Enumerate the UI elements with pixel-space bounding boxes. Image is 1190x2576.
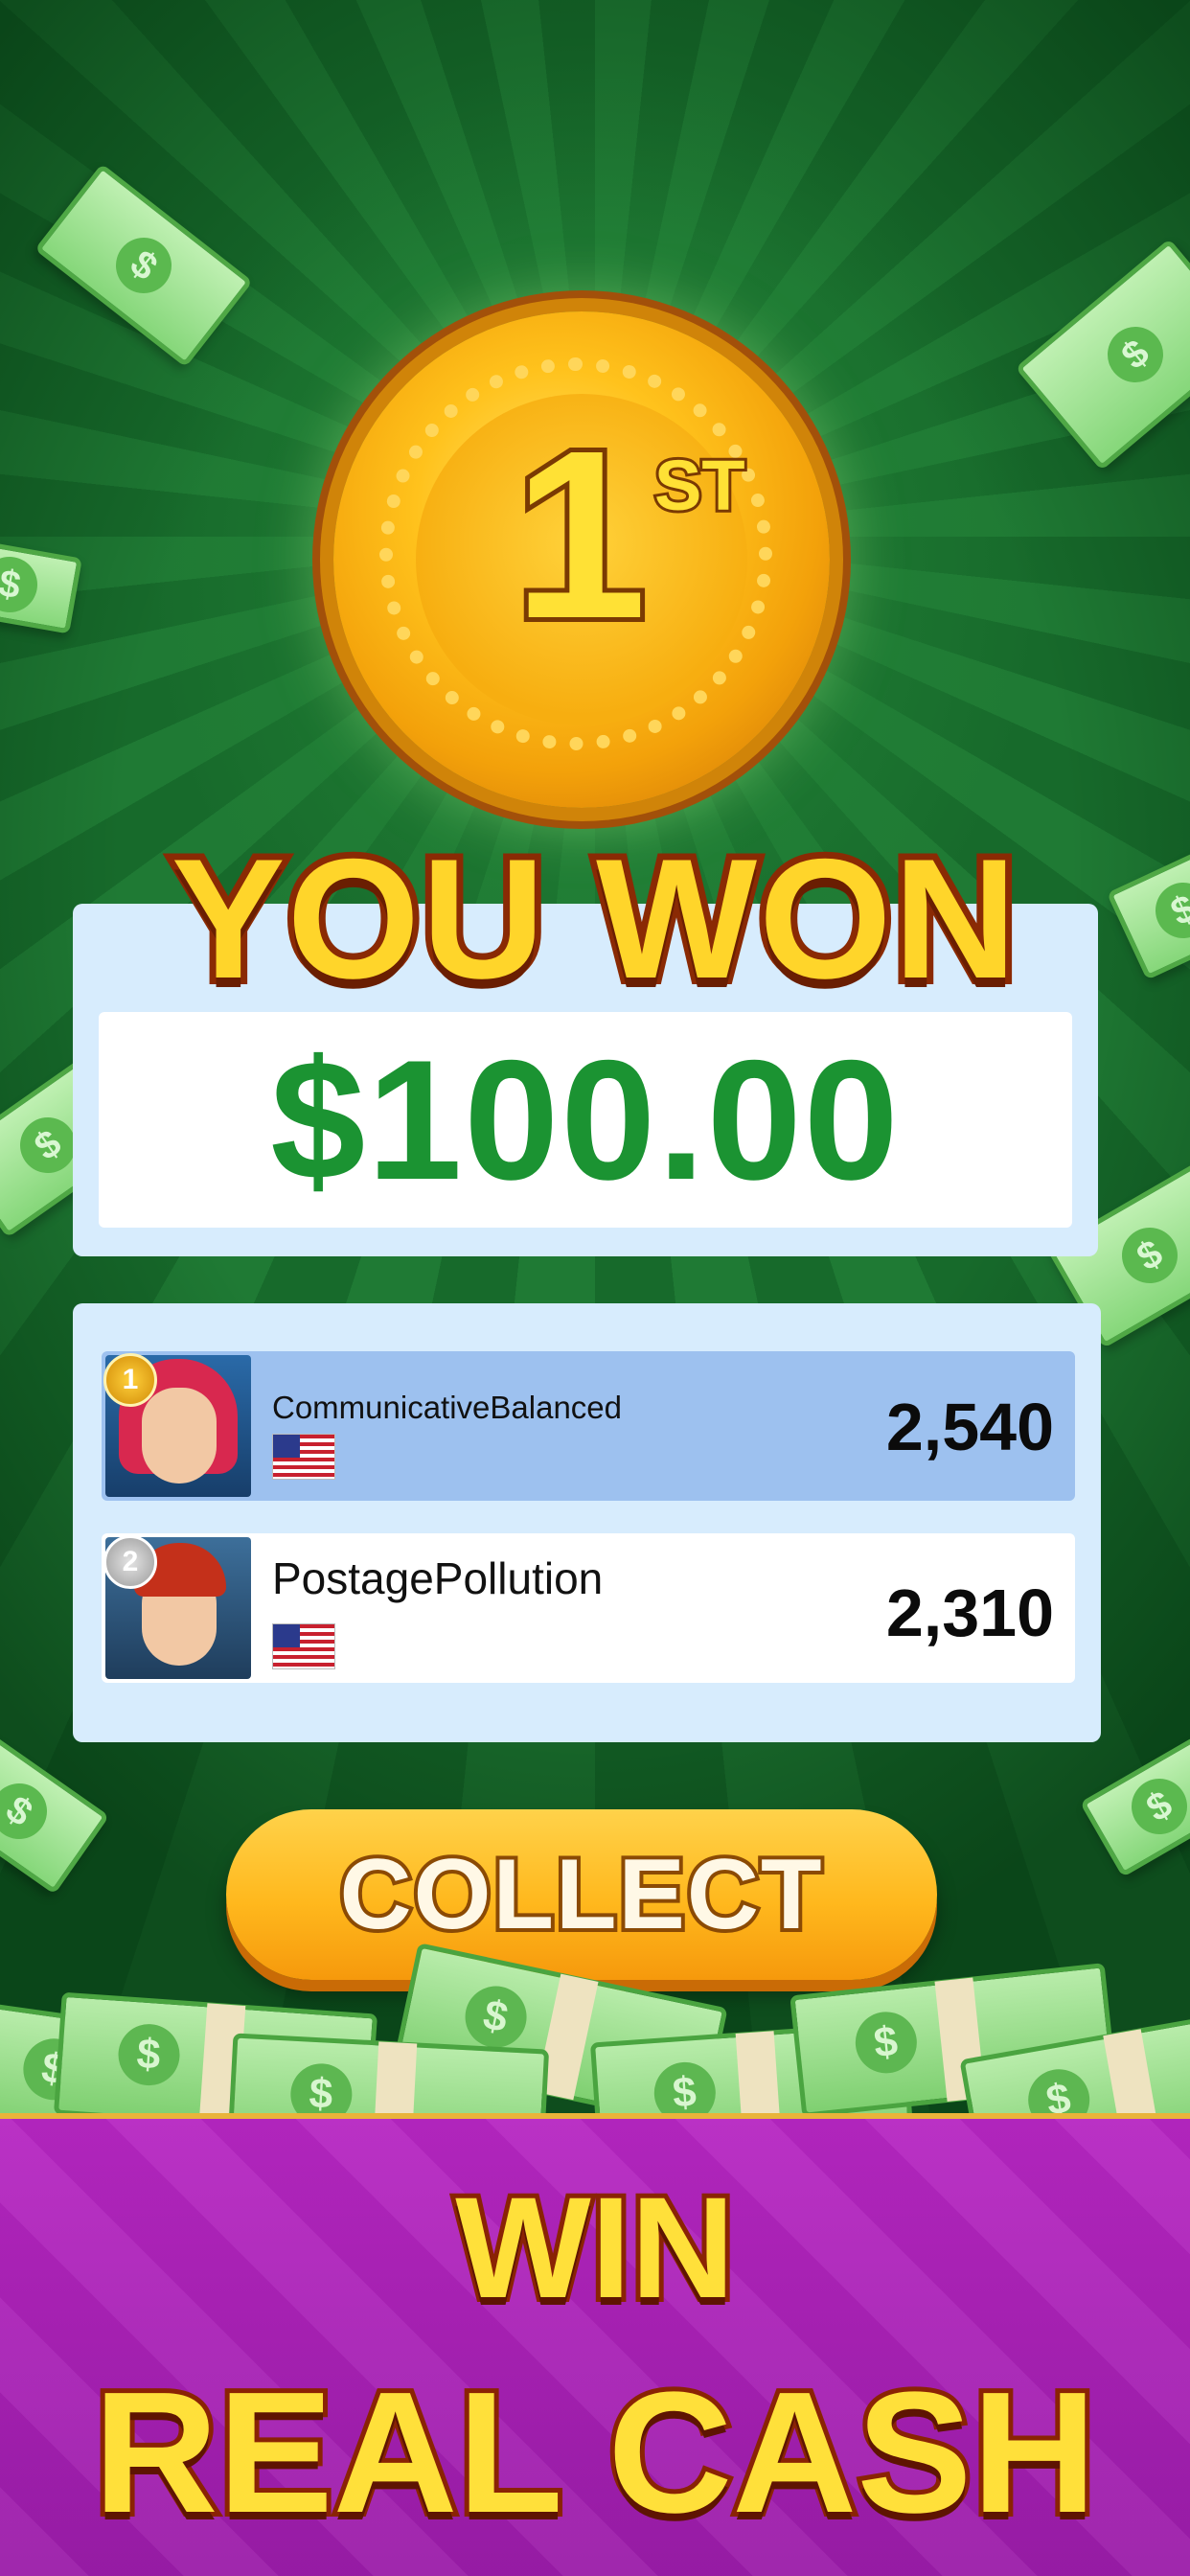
leaderboard-row: 2 PostagePollution 2,310 (102, 1533, 1075, 1683)
avatar-face (142, 1388, 217, 1484)
promo-line-2: REAL CASH (89, 2357, 1102, 2549)
leaderboard: 1 CommunicativeBalanced 2,540 2 PostageP… (73, 1303, 1101, 1742)
you-won-heading: YOU WON (165, 823, 1023, 1014)
promo-line-1: WIN (450, 2167, 740, 2328)
leaderboard-row: 1 CommunicativeBalanced 2,540 (102, 1351, 1075, 1501)
winnings-amount: $100.00 (270, 1024, 901, 1215)
coin-rank-suffix: ST (652, 446, 748, 525)
us-flag-icon (272, 1434, 335, 1480)
player-score: 2,540 (885, 1390, 1054, 1464)
player-name: CommunicativeBalanced (272, 1390, 623, 1425)
us-flag-icon (272, 1623, 335, 1669)
coin-rank-number: 1 (509, 401, 652, 668)
player-name: PostagePollution (272, 1553, 604, 1603)
win-screen: 1 ST $100.00 YOU WON 1 CommunicativeBala… (0, 0, 1190, 2576)
gold-rank-badge-icon: 1 (103, 1353, 157, 1407)
player-score: 2,310 (885, 1576, 1054, 1650)
winnings-amount-box: $100.00 (99, 1012, 1072, 1228)
first-place-coin-icon: 1 ST (333, 311, 830, 808)
silver-rank-badge-icon: 2 (103, 1535, 157, 1589)
